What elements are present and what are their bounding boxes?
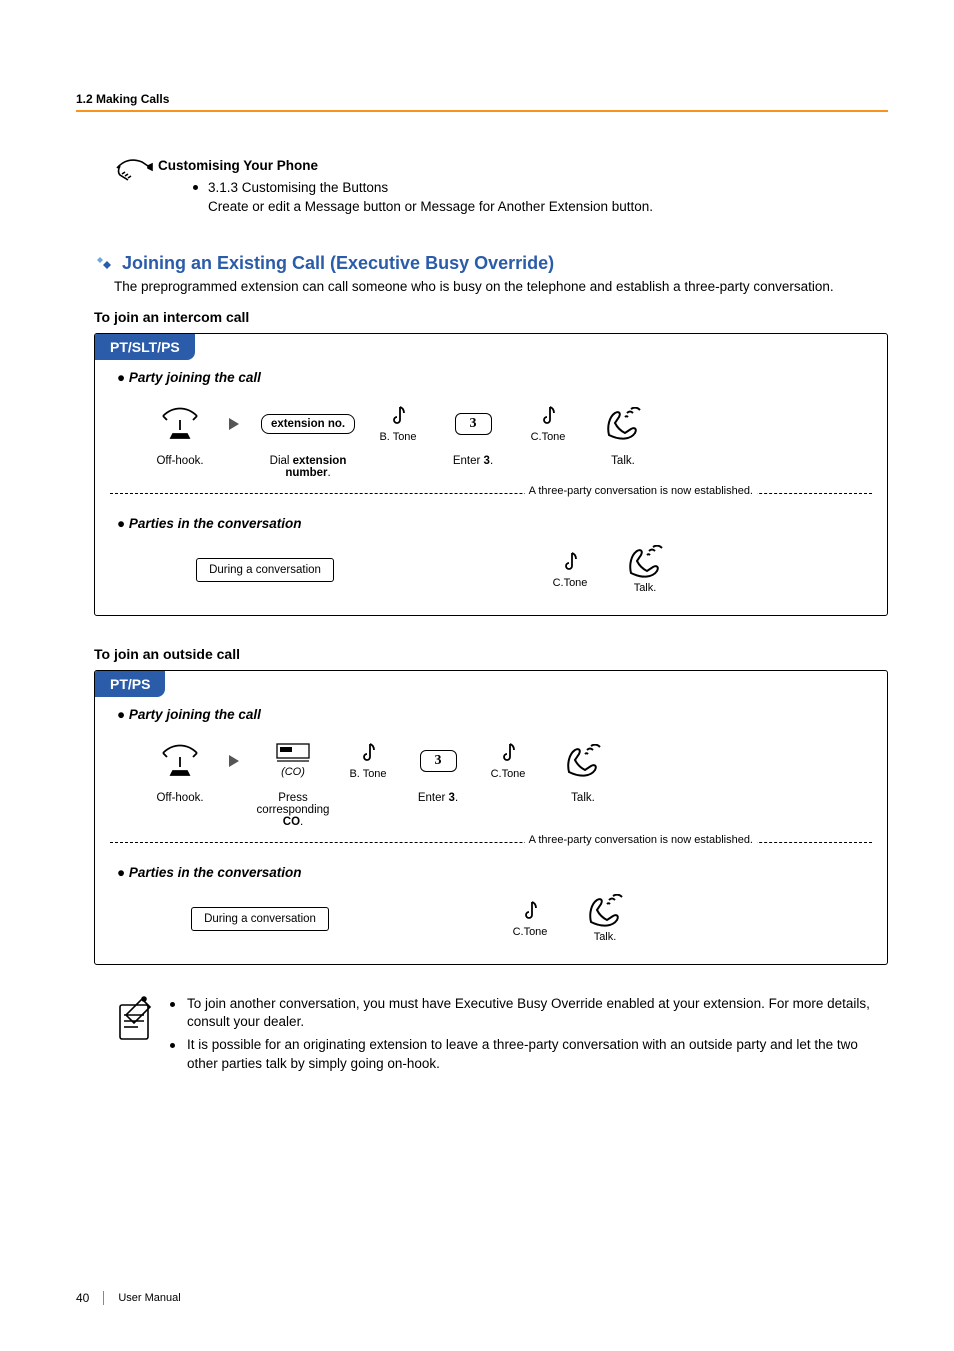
breadcrumb: 1.2 Making Calls [76, 92, 888, 106]
btone-label: B. Tone [349, 768, 386, 780]
intercom-procedure-box: PT/SLT/PS Party joining the call extensi… [94, 333, 888, 616]
talk-label: Talk. [543, 792, 623, 828]
section-title-row: Joining an Existing Call (Executive Busy… [94, 253, 888, 274]
tone-icon [560, 550, 580, 574]
ctone-label: C.Tone [531, 431, 566, 443]
ctone-label: C.Tone [491, 768, 526, 780]
key-3: 3 [455, 413, 492, 435]
enter3-label: Enter 3. [403, 792, 473, 828]
footer-separator [103, 1291, 104, 1305]
offhook-label: Off-hook. [145, 455, 215, 479]
arrow-icon [229, 418, 239, 430]
talk-icon [585, 894, 625, 928]
hand-pointing-icon [114, 156, 158, 184]
talk-icon [603, 407, 643, 441]
key-3: 3 [420, 750, 457, 772]
during-conversation-label: During a conversation [191, 907, 329, 931]
intercom-flow-labels: Off-hook. Dial extension number. Enter 3… [145, 455, 887, 479]
tone-icon [358, 741, 378, 765]
intercom-tab: PT/SLT/PS [95, 334, 195, 360]
offhook-label: Off-hook. [145, 792, 215, 828]
talk-label-2: Talk. [594, 931, 617, 943]
arrow-icon [229, 755, 239, 767]
talk-icon-cell [543, 744, 623, 778]
dashed-separator [110, 842, 872, 843]
ctone-cell: C.Tone [473, 741, 543, 780]
tone-icon [498, 741, 518, 765]
intercom-group2-title: Parties in the conversation [117, 516, 887, 531]
footer-label: User Manual [118, 1292, 180, 1304]
dial-label: Dial extension number. [253, 455, 363, 479]
talk-label-2: Talk. [634, 582, 657, 594]
bullet-icon [193, 185, 198, 190]
outside-flow-labels: Off-hook. Press corresponding CO. Enter … [145, 792, 887, 828]
ctone-cell-2: C.Tone [535, 550, 605, 589]
co-key-cell: (CO) [253, 743, 333, 778]
diamond-bullet-icon [94, 254, 116, 272]
intercom-flow-row2: During a conversation C.Tone Talk. [165, 541, 887, 599]
page-footer: 40 User Manual [76, 1291, 181, 1305]
three-party-note: A three-party conversation is now establ… [525, 834, 757, 848]
talk-cell-2: Talk. [605, 545, 685, 594]
dashed-separator [110, 493, 872, 494]
talk-label: Talk. [583, 455, 663, 479]
ctone-cell-2: C.Tone [495, 899, 565, 938]
talk-icon [563, 744, 603, 778]
key-3-cell: 3 [433, 413, 513, 435]
note-item-2: It is possible for an originating extens… [170, 1036, 888, 1074]
co-button-icon [276, 743, 310, 763]
outside-flow-row2: During a conversation C.Tone Talk. [165, 890, 887, 948]
extension-key-cell: extension no. [253, 414, 363, 434]
extension-number-key: extension no. [261, 414, 355, 434]
during-conversation-label: During a conversation [196, 558, 334, 582]
notepad-icon [114, 995, 170, 1045]
note-item-1: To join another conversation, you must h… [170, 995, 888, 1033]
btone-cell: B. Tone [333, 741, 403, 780]
outside-procedure-box: PT/PS Party joining the call (CO) B. Ton… [94, 670, 888, 965]
bullet-icon [170, 1002, 175, 1007]
talk-icon-cell [583, 407, 663, 441]
customising-title: Customising Your Phone [158, 156, 888, 176]
offhook-icon [145, 406, 215, 442]
intercom-flow-row: extension no. B. Tone 3 C.Tone [145, 395, 887, 453]
press-co-label: Press corresponding CO. [253, 792, 333, 828]
enter3-label: Enter 3. [433, 455, 513, 479]
bullet-icon [170, 1043, 175, 1048]
outside-tab: PT/PS [95, 671, 165, 697]
outside-group2-title: Parties in the conversation [117, 865, 887, 880]
intercom-group1-title: Party joining the call [117, 370, 887, 385]
during-conversation-cell: During a conversation [165, 558, 365, 582]
intercom-heading: To join an intercom call [94, 309, 888, 325]
outside-flow-row: (CO) B. Tone 3 C.Tone [145, 732, 887, 790]
ctone-cell: C.Tone [513, 404, 583, 443]
three-party-note: A three-party conversation is now establ… [525, 485, 757, 499]
customising-block: Customising Your Phone 3.1.3 Customising… [114, 156, 888, 217]
tone-icon [520, 899, 540, 923]
offhook-icon [145, 743, 215, 779]
co-label: (CO) [281, 766, 305, 778]
tone-icon [388, 404, 408, 428]
ctone-label-2: C.Tone [553, 577, 588, 589]
outside-heading: To join an outside call [94, 646, 888, 662]
btone-label: B. Tone [379, 431, 416, 443]
during-conversation-cell: During a conversation [165, 907, 355, 931]
section-description: The preprogrammed extension can call som… [114, 278, 888, 297]
tone-icon [538, 404, 558, 428]
outside-group1-title: Party joining the call [117, 707, 887, 722]
section-title: Joining an Existing Call (Executive Busy… [122, 253, 554, 274]
btone-cell: B. Tone [363, 404, 433, 443]
page-number: 40 [76, 1291, 89, 1305]
talk-icon [625, 545, 665, 579]
talk-cell-2: Talk. [565, 894, 645, 943]
header-divider [76, 110, 888, 112]
key-3-cell: 3 [403, 750, 473, 772]
customising-item-desc: Create or edit a Message button or Messa… [208, 199, 653, 214]
ctone-label-2: C.Tone [513, 926, 548, 938]
notes-block: To join another conversation, you must h… [114, 995, 888, 1079]
customising-item-title: 3.1.3 Customising the Buttons [208, 180, 388, 195]
